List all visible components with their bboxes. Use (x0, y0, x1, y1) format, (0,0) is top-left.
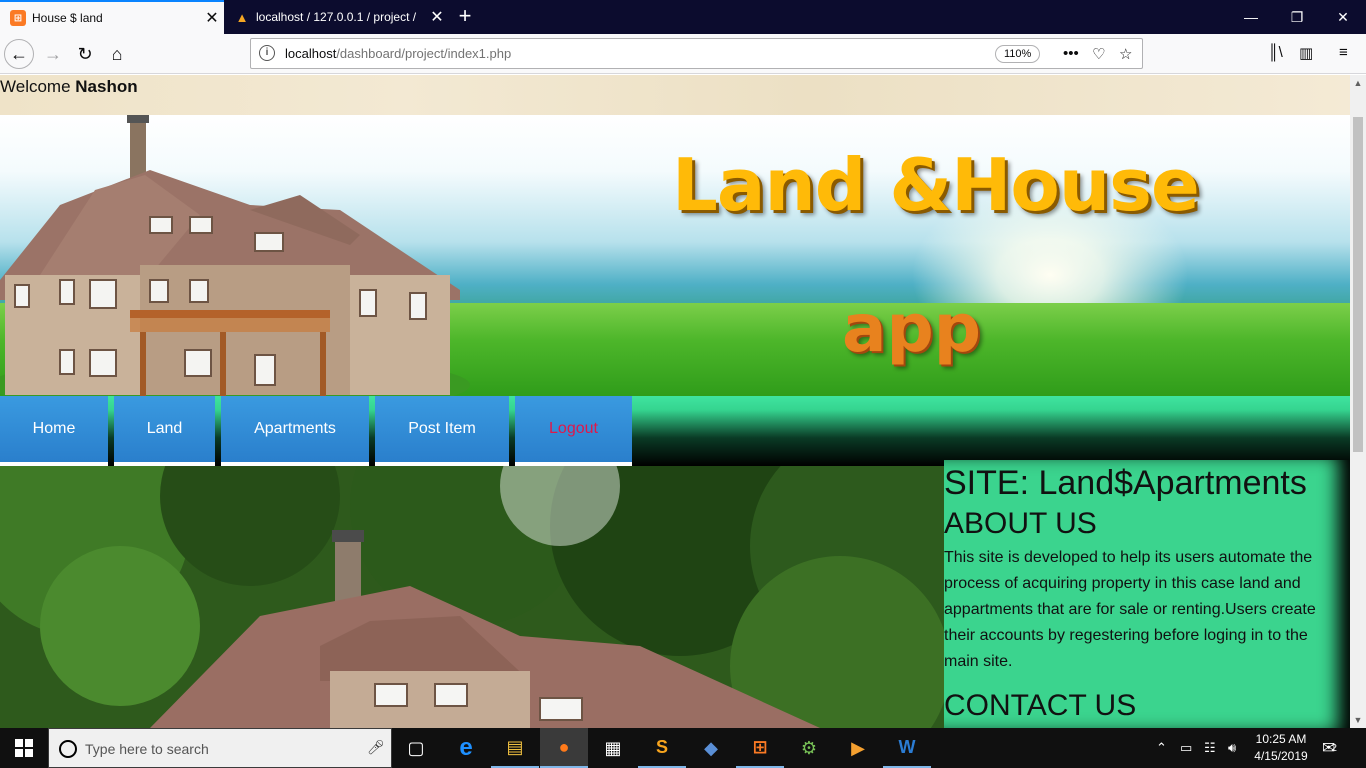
taskbar-clock[interactable]: 10:25 AM 4/15/2019 (1249, 731, 1313, 765)
banner-title: Land &House (672, 143, 1200, 227)
tab-phpmyadmin[interactable]: ▲ localhost / 127.0.0.1 / project / ✕ (224, 0, 449, 34)
store-icon[interactable]: ▦ (589, 728, 637, 768)
menu-item-home[interactable]: Home (0, 396, 108, 466)
mysql-workbench-icon[interactable]: ◆ (687, 728, 735, 768)
welcome-message: Welcome Nashon (0, 77, 138, 97)
menu-icon[interactable]: ≡ (1339, 44, 1348, 61)
start-button[interactable] (0, 728, 48, 768)
info-icon[interactable]: i (259, 45, 275, 61)
battery-icon[interactable]: ▭ (1180, 728, 1192, 768)
media-player-icon[interactable]: ▶ (834, 728, 882, 768)
microphone-icon[interactable]: 🎤︎ (367, 739, 385, 756)
notifications-icon[interactable]: ✉ 2 (1322, 728, 1337, 768)
wifi-icon[interactable]: ☷ (1204, 728, 1216, 768)
menu-item-logout[interactable]: Logout (515, 396, 632, 466)
close-tab-icon[interactable]: ✕ (200, 8, 224, 28)
xampp-icon: ⊞ (10, 10, 26, 26)
house-photo-drawing (0, 466, 944, 728)
browser-tab-bar: ⊞ House $ land ✕ ▲ localhost / 127.0.0.1… (0, 0, 1366, 34)
banner-subtitle: app (842, 290, 982, 367)
page-viewport: Welcome Nashon Land &House app Home Land… (0, 75, 1350, 728)
url-bar[interactable]: i localhost/dashboard/project/index1.php… (250, 38, 1143, 69)
new-tab-button[interactable]: + (452, 4, 478, 30)
notification-count: 2 (1331, 742, 1337, 754)
zoom-indicator[interactable]: 110% (995, 45, 1041, 63)
library-icon[interactable]: ║\ (1268, 44, 1283, 61)
restore-button[interactable]: ❐ (1274, 0, 1320, 34)
xampp-taskbar-icon[interactable]: ⊞ (736, 728, 784, 768)
house-illustration (0, 115, 470, 397)
contact-heading: CONTACT US (944, 689, 1137, 722)
scroll-up-arrow-icon[interactable]: ▲ (1350, 75, 1366, 91)
taskbar-search-box[interactable]: Type here to search 🎤︎ (48, 728, 392, 768)
word-icon[interactable]: W (883, 728, 931, 768)
header-banner: Land &House app (0, 115, 1350, 397)
navigation-toolbar: ← → ↻ ⌂ i localhost/dashboard/project/in… (0, 34, 1366, 74)
url-text[interactable]: localhost/dashboard/project/index1.php (285, 46, 511, 61)
back-button[interactable]: ← (4, 39, 34, 69)
page-scrollbar[interactable]: ▲ ▼ (1350, 75, 1366, 728)
page-actions-icon[interactable]: ••• (1063, 45, 1079, 62)
phpmyadmin-icon: ▲ (235, 9, 249, 25)
menu-item-apartments[interactable]: Apartments (221, 396, 369, 466)
file-explorer-icon[interactable]: ▤ (491, 728, 539, 768)
search-placeholder: Type here to search (85, 741, 209, 757)
welcome-prefix: Welcome (0, 77, 76, 96)
about-text: This site is developed to help its users… (944, 549, 1316, 670)
url-host: localhost (285, 46, 337, 61)
pocket-icon[interactable]: ♡ (1092, 45, 1105, 63)
scrollbar-thumb[interactable] (1353, 117, 1363, 452)
firefox-icon[interactable]: ● (540, 728, 588, 768)
windows-logo-icon (15, 739, 33, 757)
menu-item-post-item[interactable]: Post Item (375, 396, 509, 466)
site-title: SITE: Land$Apartments (944, 464, 1307, 502)
close-tab-icon[interactable]: ✕ (425, 7, 449, 27)
info-sidebar: SITE: Land$Apartments ABOUT US This site… (944, 460, 1350, 728)
welcome-username: Nashon (75, 77, 138, 96)
minimize-button[interactable]: — (1228, 0, 1274, 34)
reload-button[interactable]: ↻ (70, 39, 100, 69)
android-studio-icon[interactable]: ⚙ (785, 728, 833, 768)
menu-item-land[interactable]: Land (114, 396, 215, 466)
task-view-icon[interactable]: ▢ (392, 728, 440, 768)
tab-house-land[interactable]: ⊞ House $ land ✕ (0, 0, 224, 34)
forward-button[interactable]: → (38, 39, 68, 69)
scroll-down-arrow-icon[interactable]: ▼ (1350, 712, 1366, 728)
sublime-text-icon[interactable]: S (638, 728, 686, 768)
edge-icon[interactable]: e (442, 728, 490, 768)
windows-taskbar: Type here to search 🎤︎ ▢ e ▤ ● ▦ S ◆ ⊞ ⚙… (0, 728, 1366, 768)
cortana-icon (59, 740, 77, 758)
house-photo (0, 466, 944, 728)
tab-title: localhost / 127.0.0.1 / project / (256, 10, 417, 24)
bookmark-star-icon[interactable]: ☆ (1119, 45, 1132, 63)
tab-title: House $ land (32, 11, 103, 25)
welcome-bar: Welcome Nashon (0, 75, 1350, 115)
close-window-button[interactable]: ✕ (1320, 0, 1366, 34)
clock-date: 4/15/2019 (1254, 749, 1308, 763)
url-path: /dashboard/project/index1.php (336, 46, 512, 61)
volume-icon[interactable]: 🔊︎ (1228, 728, 1236, 768)
sidebar-icon[interactable]: ▥ (1299, 44, 1313, 62)
home-button[interactable]: ⌂ (102, 39, 132, 69)
about-heading: ABOUT US (944, 507, 1097, 540)
clock-time: 10:25 AM (1255, 732, 1307, 746)
main-menu: Home Land Apartments Post Item Logout (0, 396, 638, 466)
tray-chevron-icon[interactable]: ⌃ (1156, 728, 1167, 768)
